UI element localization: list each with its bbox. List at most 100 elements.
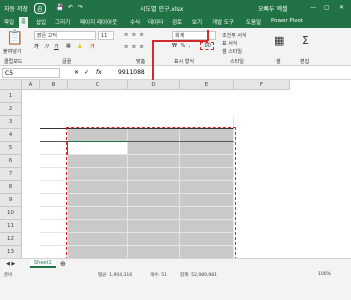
maximize-icon[interactable]: ▢: [324, 4, 330, 11]
row-header[interactable]: 3: [0, 116, 22, 129]
data-cell[interactable]: [128, 194, 180, 207]
data-cell[interactable]: [128, 207, 180, 220]
add-sheet-icon[interactable]: ⊕: [60, 260, 66, 268]
data-cell[interactable]: [128, 155, 180, 168]
cells-icon[interactable]: ▦: [274, 34, 284, 47]
number-format-select[interactable]: 회계: [172, 31, 216, 40]
tab-power-pivot[interactable]: Power Pivot: [271, 18, 303, 24]
row-header[interactable]: 1: [0, 90, 22, 103]
sheet-tab-sheet1[interactable]: Sheet1: [30, 260, 56, 268]
conditional-format-button[interactable]: 조건부 서식: [222, 32, 247, 39]
column-header-b[interactable]: B: [40, 80, 68, 90]
column-header-e[interactable]: E: [180, 80, 234, 90]
region-cell[interactable]: [40, 194, 68, 207]
data-cell[interactable]: [180, 155, 234, 168]
data-cell[interactable]: [68, 168, 128, 181]
row-header[interactable]: 6: [0, 155, 22, 168]
name-box[interactable]: C5: [2, 68, 60, 78]
row-header[interactable]: 12: [0, 233, 22, 246]
bold-icon[interactable]: 가: [34, 43, 39, 50]
column-header-c[interactable]: C: [68, 80, 128, 90]
tab-insert[interactable]: 삽입: [36, 18, 46, 26]
font-size-select[interactable]: 11: [98, 31, 114, 40]
data-cell[interactable]: [68, 194, 128, 207]
row-header[interactable]: 7: [0, 168, 22, 181]
data-cell[interactable]: [68, 181, 128, 194]
tab-data[interactable]: 데이터: [148, 18, 163, 26]
region-cell[interactable]: [40, 246, 68, 258]
row-header[interactable]: 10: [0, 207, 22, 220]
increase-decimal-icon[interactable]: .00: [200, 42, 214, 50]
table-header-cell[interactable]: [40, 129, 68, 142]
region-cell[interactable]: [40, 142, 68, 155]
data-cell[interactable]: [180, 207, 234, 220]
tab-developer[interactable]: 개발 도구: [212, 18, 234, 26]
cancel-icon[interactable]: ✕: [74, 69, 79, 76]
row-header[interactable]: 8: [0, 181, 22, 194]
fx-icon[interactable]: fx: [96, 69, 102, 76]
region-cell[interactable]: [40, 233, 68, 246]
paste-button[interactable]: 붙여넣기: [3, 48, 21, 55]
currency-icons[interactable]: ₩ % ,: [172, 43, 191, 49]
region-cell[interactable]: [40, 220, 68, 233]
table-header-cell[interactable]: [180, 129, 234, 142]
data-cell[interactable]: [68, 246, 128, 258]
underline-icon[interactable]: 가: [54, 43, 59, 50]
row-header[interactable]: 4: [0, 129, 22, 142]
data-cell[interactable]: [68, 155, 128, 168]
select-all-corner[interactable]: [0, 80, 22, 90]
data-cell[interactable]: [180, 168, 234, 181]
data-cell[interactable]: [68, 207, 128, 220]
autosave-toggle[interactable]: 끔: [34, 3, 46, 14]
data-cell[interactable]: [180, 220, 234, 233]
region-cell[interactable]: [40, 181, 68, 194]
tab-home[interactable]: 홈: [19, 17, 29, 28]
data-cell[interactable]: [180, 181, 234, 194]
enter-icon[interactable]: ✓: [84, 69, 89, 76]
data-cell[interactable]: [180, 246, 234, 258]
row-header[interactable]: 5: [0, 142, 22, 155]
minimize-icon[interactable]: —: [310, 4, 316, 11]
row-header[interactable]: 9: [0, 194, 22, 207]
cell-style-button[interactable]: 셀 스타일: [222, 48, 242, 55]
data-cell[interactable]: [67, 141, 129, 156]
row-header[interactable]: 11: [0, 220, 22, 233]
tab-review[interactable]: 검토: [172, 18, 182, 26]
redo-icon[interactable]: ↷: [78, 4, 83, 11]
data-cell[interactable]: [128, 220, 180, 233]
paste-icon[interactable]: 📋: [6, 30, 23, 46]
formula-value[interactable]: 9911088: [118, 69, 145, 76]
tab-page-layout[interactable]: 페이지 레이아웃: [80, 18, 117, 26]
sheet-nav-icon[interactable]: ◀ ▶: [6, 261, 15, 267]
font-color-icon[interactable]: 가: [90, 43, 95, 50]
data-cell[interactable]: [128, 168, 180, 181]
column-header-d[interactable]: D: [128, 80, 180, 90]
tab-formulas[interactable]: 수식: [130, 18, 140, 26]
save-icon[interactable]: 💾: [56, 4, 63, 11]
data-cell[interactable]: [128, 233, 180, 246]
data-cell[interactable]: [180, 194, 234, 207]
data-cell[interactable]: [128, 246, 180, 258]
column-header-f[interactable]: F: [234, 80, 290, 90]
spreadsheet-grid[interactable]: ABCDEF1234567891011121314151617: [0, 80, 351, 258]
data-cell[interactable]: [128, 142, 180, 155]
fill-color-icon[interactable]: ▲: [78, 43, 82, 49]
region-cell[interactable]: [40, 207, 68, 220]
column-header-a[interactable]: A: [22, 80, 40, 90]
tab-file[interactable]: 파일: [4, 18, 14, 26]
align-top-icons[interactable]: ≡ ≡ ≡: [124, 32, 145, 38]
data-cell[interactable]: [128, 181, 180, 194]
table-header-cell[interactable]: [128, 129, 180, 142]
table-format-button[interactable]: 표 서식: [222, 40, 237, 47]
undo-icon[interactable]: ↶: [68, 4, 73, 11]
tab-help[interactable]: 도움말: [246, 18, 261, 26]
border-icon[interactable]: ▦: [66, 43, 71, 49]
data-cell[interactable]: [68, 220, 128, 233]
row-header[interactable]: 13: [0, 246, 22, 258]
data-cell[interactable]: [68, 233, 128, 246]
row-header[interactable]: 2: [0, 103, 22, 116]
region-cell[interactable]: [40, 155, 68, 168]
user-name[interactable]: 오빠두 엑셀: [258, 4, 288, 13]
editing-icon[interactable]: Σ: [302, 34, 309, 47]
region-cell[interactable]: [40, 168, 68, 181]
